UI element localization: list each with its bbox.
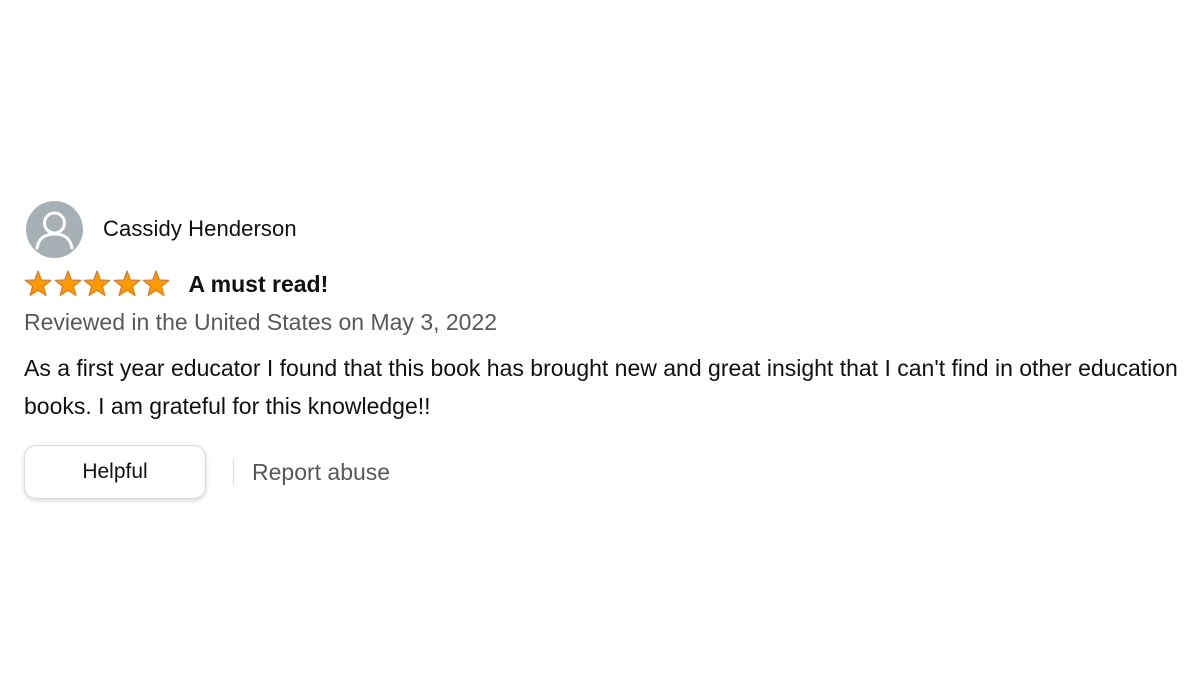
customer-review: Cassidy Henderson A must read! Reviewed … (24, 200, 1194, 499)
star-filled-icon (24, 270, 52, 297)
reviewer-name: Cassidy Henderson (103, 216, 297, 241)
review-actions: Helpful Report abuse (24, 445, 1194, 499)
star-filled-icon (54, 270, 81, 297)
report-abuse-link[interactable]: Report abuse (252, 459, 390, 486)
review-body: As a first year educator I found that th… (24, 355, 1178, 419)
star-filled-icon (113, 270, 140, 297)
helpful-button[interactable]: Helpful (24, 445, 206, 499)
reviewer-profile[interactable]: Cassidy Henderson (24, 200, 1194, 258)
star-filled-icon (83, 270, 111, 297)
star-filled-icon (142, 270, 170, 297)
review-title[interactable]: A must read! (189, 271, 329, 298)
rating-row: A must read! (24, 269, 1194, 299)
action-divider (233, 459, 234, 485)
star-rating[interactable] (24, 269, 172, 299)
review-date: Reviewed in the United States on May 3, … (24, 309, 498, 335)
default-profile-icon (26, 200, 83, 258)
